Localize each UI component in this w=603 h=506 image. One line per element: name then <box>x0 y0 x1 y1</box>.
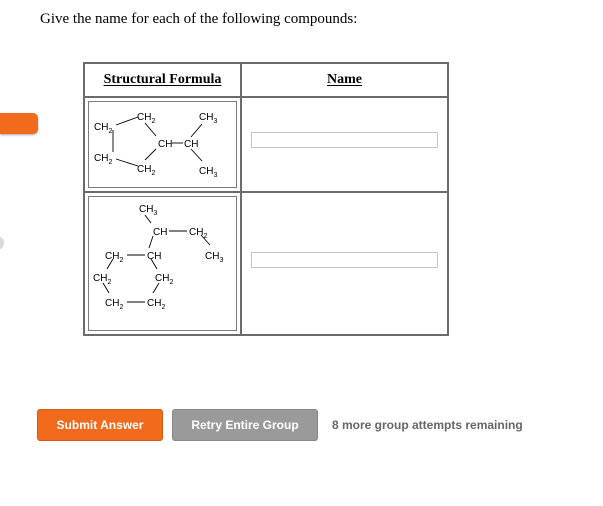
atom-label: CH <box>147 251 161 262</box>
atom-label: CH <box>158 139 172 150</box>
compound-table: Structural Formula Name CH2 CH2 CH3 CH C… <box>83 62 449 336</box>
atom-label: CH <box>184 139 198 150</box>
atom-label: CH2 <box>137 164 155 177</box>
atom-label: CH2 <box>189 227 207 240</box>
atom-label: CH3 <box>199 166 217 179</box>
atom-label: CH2 <box>155 273 173 286</box>
compound-name-input[interactable] <box>251 252 438 268</box>
atom-label: CH3 <box>139 204 157 217</box>
atom-label: CH2 <box>105 251 123 264</box>
atom-label: CH2 <box>105 298 123 311</box>
side-scroll-handle[interactable] <box>0 236 4 250</box>
structural-formula-drawing-1: CH2 CH2 CH3 CH CH CH2 CH2 CH3 <box>94 112 217 179</box>
question-text: Give the name for each of the following … <box>40 11 358 27</box>
header-structural-formula: Structural Formula <box>83 62 242 98</box>
bond <box>152 282 160 294</box>
submit-answer-button[interactable]: Submit Answer <box>37 409 163 441</box>
side-tab-handle[interactable] <box>0 113 38 134</box>
atom-label: CH3 <box>205 251 223 264</box>
attempts-remaining-text: 8 more group attempts remaining <box>332 418 523 432</box>
atom-label: CH2 <box>94 122 112 135</box>
atom-label: CH2 <box>94 153 112 166</box>
table-row: CH3 CH CH2 CH2 CH CH3 CH2 CH2 CH2 CH2 <box>83 191 449 336</box>
compound-name-input[interactable] <box>251 132 438 148</box>
bond <box>190 123 203 138</box>
atom-label: CH2 <box>147 298 165 311</box>
retry-entire-group-button[interactable]: Retry Entire Group <box>172 409 318 441</box>
structural-formula-drawing-2: CH3 CH CH2 CH2 CH CH3 CH2 CH2 CH2 CH2 <box>93 204 223 311</box>
structure-cell: CH2 CH2 CH3 CH CH CH2 CH2 CH3 <box>83 96 242 193</box>
name-cell <box>240 191 449 336</box>
bond <box>190 148 203 162</box>
atom-label: CH3 <box>199 112 217 125</box>
bond <box>144 214 152 224</box>
atom-label: CH2 <box>137 112 155 125</box>
bond <box>115 116 139 126</box>
structure-box: CH3 CH CH2 CH2 CH CH3 CH2 CH2 CH2 CH2 <box>88 196 237 331</box>
structure-cell: CH3 CH CH2 CH2 CH CH3 CH2 CH2 CH2 CH2 <box>83 191 242 336</box>
table-row: CH2 CH2 CH3 CH CH CH2 CH2 CH3 <box>83 96 449 193</box>
bond <box>115 158 139 167</box>
table-header-row: Structural Formula Name <box>83 62 449 98</box>
name-cell <box>240 96 449 193</box>
atom-label: CH2 <box>93 273 111 286</box>
header-name: Name <box>240 62 449 98</box>
bond <box>144 148 157 161</box>
atom-label: CH <box>153 227 167 238</box>
structure-box: CH2 CH2 CH3 CH CH CH2 CH2 CH3 <box>88 101 237 188</box>
